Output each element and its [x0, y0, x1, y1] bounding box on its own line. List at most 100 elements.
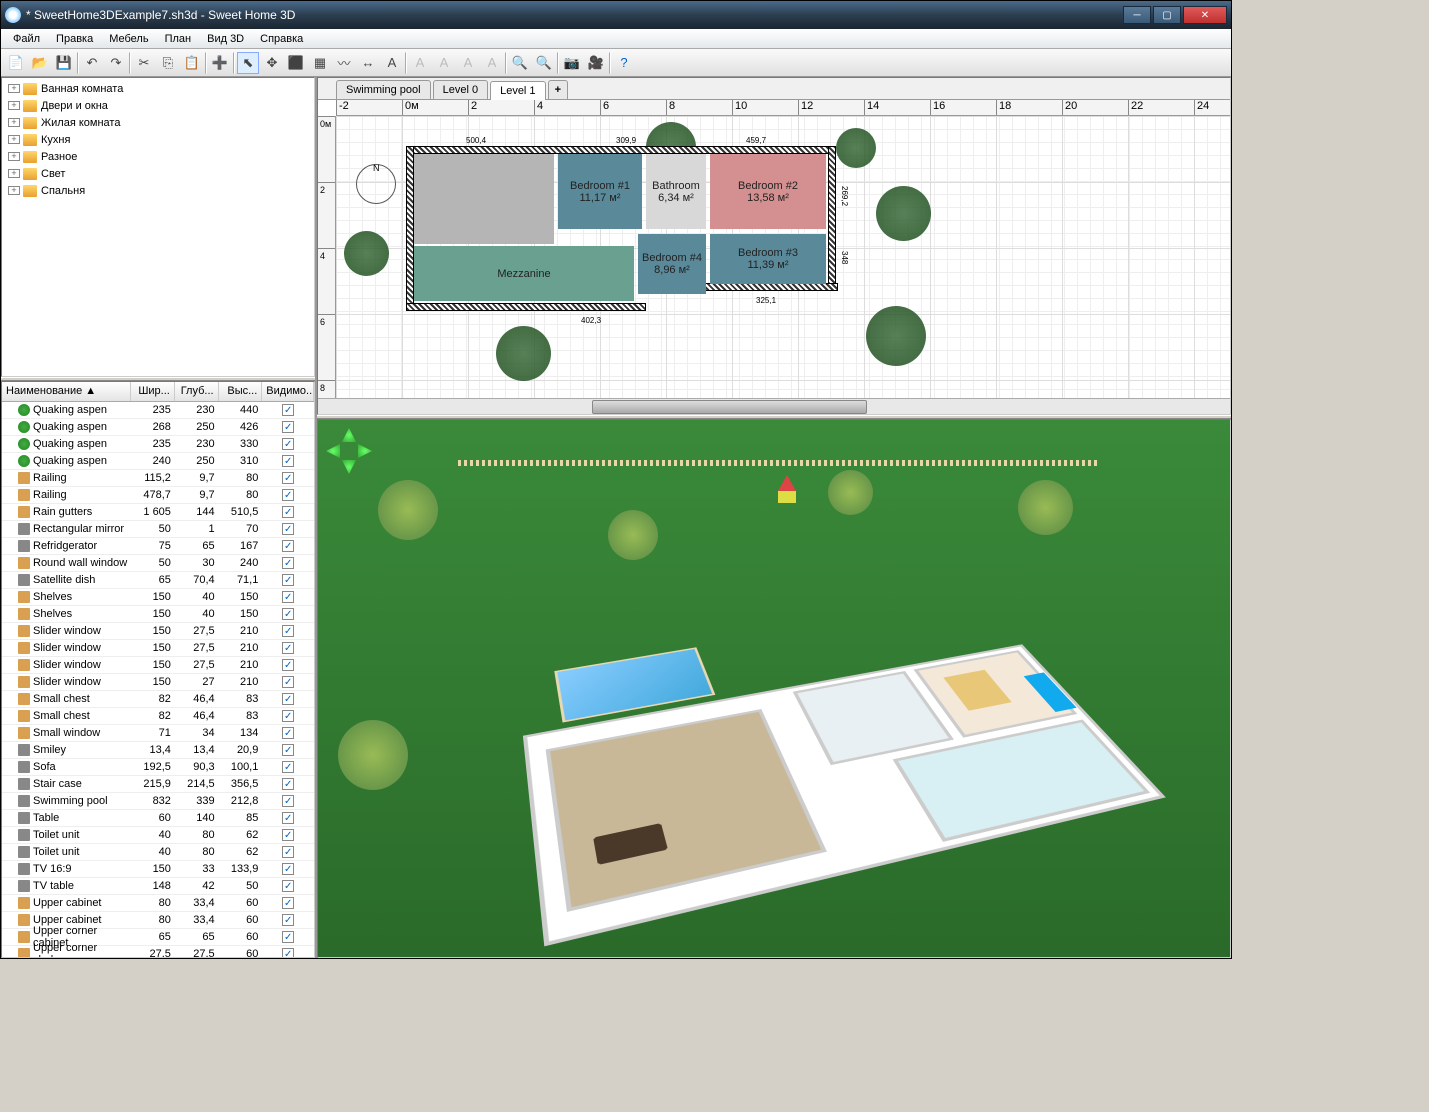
- visible-checkbox[interactable]: ✓: [282, 829, 294, 841]
- visible-checkbox[interactable]: ✓: [282, 778, 294, 790]
- tab-level-0[interactable]: Level 0: [433, 80, 488, 99]
- col-depth[interactable]: Глуб...: [175, 382, 219, 401]
- close-button[interactable]: ✕: [1183, 6, 1227, 24]
- room-hall[interactable]: [414, 154, 554, 244]
- cut-icon[interactable]: ✂: [133, 52, 155, 74]
- visible-checkbox[interactable]: ✓: [282, 438, 294, 450]
- table-row[interactable]: Table6014085✓: [2, 810, 314, 827]
- tab-add[interactable]: +: [548, 80, 568, 99]
- table-row[interactable]: Rain gutters1 605144510,5✓: [2, 504, 314, 521]
- table-row[interactable]: Refridgerator7565167✓: [2, 538, 314, 555]
- menu-furniture[interactable]: Мебель: [101, 31, 156, 47]
- visible-checkbox[interactable]: ✓: [282, 455, 294, 467]
- table-row[interactable]: Quaking aspen235230330✓: [2, 436, 314, 453]
- room-bedroom3[interactable]: Bedroom #311,39 м²: [710, 234, 826, 284]
- visible-checkbox[interactable]: ✓: [282, 506, 294, 518]
- tab-level-1[interactable]: Level 1: [490, 81, 545, 100]
- visible-checkbox[interactable]: ✓: [282, 574, 294, 586]
- table-row[interactable]: Slider window15027,5210✓: [2, 623, 314, 640]
- nav-down-icon[interactable]: [342, 460, 356, 474]
- minimize-button[interactable]: ─: [1123, 6, 1151, 24]
- table-row[interactable]: Slider window15027210✓: [2, 674, 314, 691]
- table-row[interactable]: Slider window15027,5210✓: [2, 657, 314, 674]
- room-bathroom[interactable]: Bathroom6,34 м²: [646, 154, 706, 229]
- titlebar[interactable]: * SweetHome3DExample7.sh3d - Sweet Home …: [1, 1, 1231, 29]
- video-icon[interactable]: 🎥: [585, 52, 607, 74]
- undo-icon[interactable]: ↶: [81, 52, 103, 74]
- table-row[interactable]: Railing478,79,780✓: [2, 487, 314, 504]
- visible-checkbox[interactable]: ✓: [282, 761, 294, 773]
- menu-3dview[interactable]: Вид 3D: [199, 31, 252, 47]
- visible-checkbox[interactable]: ✓: [282, 744, 294, 756]
- table-row[interactable]: Quaking aspen240250310✓: [2, 453, 314, 470]
- visible-checkbox[interactable]: ✓: [282, 642, 294, 654]
- visible-checkbox[interactable]: ✓: [282, 812, 294, 824]
- catalog-item[interactable]: +Разное: [4, 148, 312, 165]
- pan-icon[interactable]: ✥: [261, 52, 283, 74]
- table-row[interactable]: Swimming pool832339212,8✓: [2, 793, 314, 810]
- table-header[interactable]: Наименование ▲ Шир... Глуб... Выс... Вид…: [2, 382, 314, 402]
- visible-checkbox[interactable]: ✓: [282, 931, 294, 943]
- tab-swimming-pool[interactable]: Swimming pool: [336, 80, 431, 99]
- paste-icon[interactable]: 📋: [181, 52, 203, 74]
- zoom-out-icon[interactable]: 🔍: [533, 52, 555, 74]
- table-row[interactable]: Satellite dish6570,471,1✓: [2, 572, 314, 589]
- visible-checkbox[interactable]: ✓: [282, 404, 294, 416]
- nav-up-icon[interactable]: [342, 428, 356, 442]
- polyline-icon[interactable]: 〰: [333, 52, 355, 74]
- menu-edit[interactable]: Правка: [48, 31, 101, 47]
- room-icon[interactable]: ▦: [309, 52, 331, 74]
- redo-icon[interactable]: ↷: [105, 52, 127, 74]
- plan-canvas[interactable]: -20м246810121416182022242628 0м2468: [318, 100, 1230, 398]
- expand-icon[interactable]: +: [8, 152, 20, 161]
- visible-checkbox[interactable]: ✓: [282, 540, 294, 552]
- visible-checkbox[interactable]: ✓: [282, 625, 294, 637]
- new-icon[interactable]: 📄: [5, 52, 27, 74]
- table-row[interactable]: Small chest8246,483✓: [2, 708, 314, 725]
- visible-checkbox[interactable]: ✓: [282, 795, 294, 807]
- catalog-item[interactable]: +Ванная комната: [4, 80, 312, 97]
- visible-checkbox[interactable]: ✓: [282, 914, 294, 926]
- room-bedroom1[interactable]: Bedroom #111,17 м²: [558, 154, 642, 229]
- table-row[interactable]: Upper corner shelves27,527,560✓: [2, 946, 314, 957]
- col-name[interactable]: Наименование ▲: [2, 382, 131, 401]
- visible-checkbox[interactable]: ✓: [282, 693, 294, 705]
- menu-plan[interactable]: План: [157, 31, 200, 47]
- visible-checkbox[interactable]: ✓: [282, 948, 294, 957]
- copy-icon[interactable]: ⎘: [157, 52, 179, 74]
- table-row[interactable]: TV 16:915033133,9✓: [2, 861, 314, 878]
- catalog-item[interactable]: +Кухня: [4, 131, 312, 148]
- table-row[interactable]: Stair case215,9214,5356,5✓: [2, 776, 314, 793]
- table-row[interactable]: Upper cabinet8033,460✓: [2, 895, 314, 912]
- table-row[interactable]: Small chest8246,483✓: [2, 691, 314, 708]
- visible-checkbox[interactable]: ✓: [282, 608, 294, 620]
- room-bedroom2[interactable]: Bedroom #213,58 м²: [710, 154, 826, 229]
- visible-checkbox[interactable]: ✓: [282, 489, 294, 501]
- expand-icon[interactable]: +: [8, 101, 20, 110]
- table-row[interactable]: Toilet unit408062✓: [2, 844, 314, 861]
- visible-checkbox[interactable]: ✓: [282, 676, 294, 688]
- col-height[interactable]: Выс...: [219, 382, 263, 401]
- visible-checkbox[interactable]: ✓: [282, 846, 294, 858]
- table-row[interactable]: Shelves15040150✓: [2, 606, 314, 623]
- room-bedroom4[interactable]: Bedroom #48,96 м²: [638, 234, 706, 294]
- size-down-icon[interactable]: A: [481, 52, 503, 74]
- catalog-item[interactable]: +Жилая комната: [4, 114, 312, 131]
- table-row[interactable]: Sofa192,590,3100,1✓: [2, 759, 314, 776]
- save-icon[interactable]: 💾: [53, 52, 75, 74]
- table-row[interactable]: Rectangular mirror50170✓: [2, 521, 314, 538]
- table-row[interactable]: Quaking aspen268250426✓: [2, 419, 314, 436]
- table-row[interactable]: Shelves15040150✓: [2, 589, 314, 606]
- table-row[interactable]: Slider window15027,5210✓: [2, 640, 314, 657]
- nav-left-icon[interactable]: [326, 444, 340, 458]
- visible-checkbox[interactable]: ✓: [282, 421, 294, 433]
- visible-checkbox[interactable]: ✓: [282, 591, 294, 603]
- table-row[interactable]: Round wall window5030240✓: [2, 555, 314, 572]
- photo-icon[interactable]: 📷: [561, 52, 583, 74]
- expand-icon[interactable]: +: [8, 118, 20, 127]
- col-visible[interactable]: Видимо...: [262, 382, 314, 401]
- catalog-item[interactable]: +Двери и окна: [4, 97, 312, 114]
- open-icon[interactable]: 📂: [29, 52, 51, 74]
- visible-checkbox[interactable]: ✓: [282, 897, 294, 909]
- zoom-in-icon[interactable]: 🔍: [509, 52, 531, 74]
